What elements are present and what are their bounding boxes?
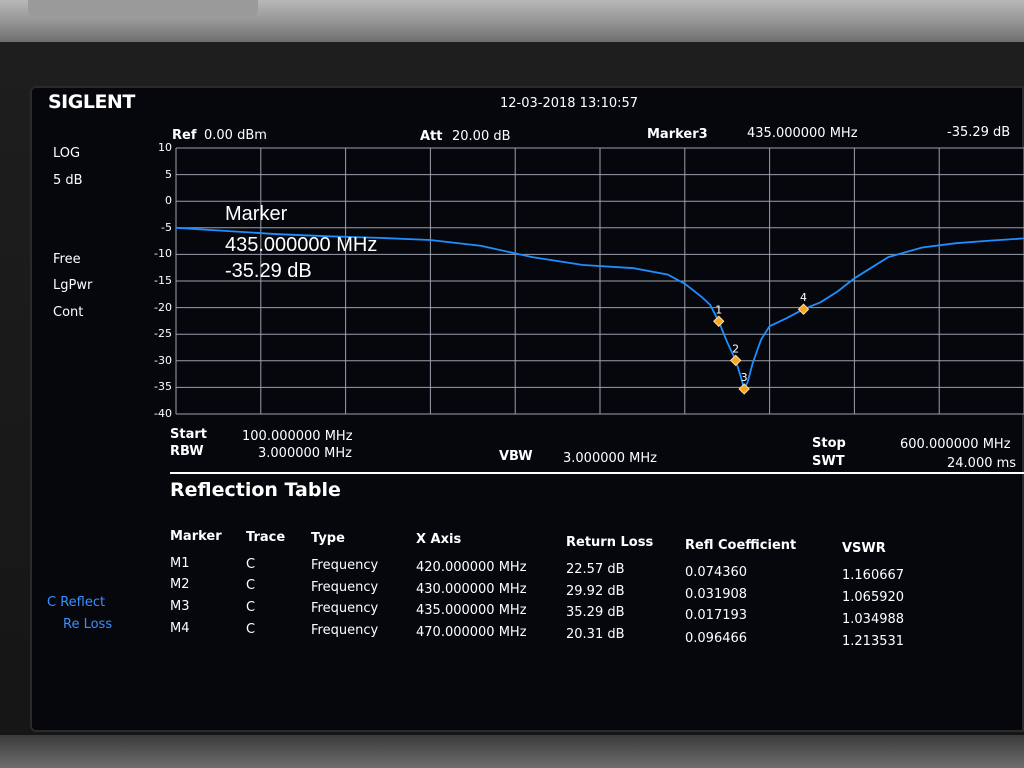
menu-c-reflect[interactable]: C Reflect [47,595,105,610]
vbw-value[interactable]: 3.000000 MHz [563,451,657,466]
cell-vswr: 1.160667 [842,568,905,583]
col-header-trace: Trace [246,530,286,545]
analyzer-screen: SIGLENT 12-03-2018 13:10:57 LOG 5 dB Fre… [30,86,1024,732]
cell-return-loss: 22.57 dB [566,562,625,577]
marker-number-label: 4 [800,291,807,304]
cell-trace: C [246,578,256,593]
rbw-value[interactable]: 3.000000 MHz [258,446,352,461]
stop-label: Stop [812,436,846,451]
marker-number-label: 3 [741,371,748,384]
cell-type: Frequency [311,558,379,573]
cell-x-axis: 470.000000 MHz [416,625,527,640]
cell-x-axis: 430.000000 MHz [416,582,527,597]
marker-overlay-level: -35.29 dB [225,260,312,282]
menu-re-loss[interactable]: Re Loss [63,617,112,632]
cell-trace: C [246,557,256,572]
instrument-top-bezel [0,0,1024,42]
cell-marker: M2 [170,577,190,592]
col-header-return-loss: Return Loss [566,535,654,550]
instrument-bottom-bezel [0,735,1024,768]
cell-return-loss: 35.29 dB [566,605,625,620]
vbw-label: VBW [499,449,533,464]
cell-x-axis: 435.000000 MHz [416,603,527,618]
cell-refl-coefficient: 0.096466 [685,631,748,646]
cell-trace: C [246,622,256,637]
cell-vswr: 1.034988 [842,612,905,627]
col-header-refl-coefficient: Refl Coefficient [685,538,797,553]
stop-value[interactable]: 600.000000 MHz [900,437,1011,452]
bezel-logo-plate [28,0,258,16]
cell-x-axis: 420.000000 MHz [416,560,527,575]
cell-vswr: 1.213531 [842,634,905,649]
col-header-marker: Marker [170,529,222,544]
spectrum-plot[interactable]: 1 2 3 4 [30,86,1024,426]
cell-refl-coefficient: 0.017193 [685,608,748,623]
rbw-label: RBW [170,444,204,459]
cell-type: Frequency [311,623,379,638]
cell-type: Frequency [311,580,379,595]
section-divider [170,472,1024,474]
swt-value[interactable]: 24.000 ms [947,456,1016,471]
cell-type: Frequency [311,601,379,616]
cell-return-loss: 20.31 dB [566,627,625,642]
cell-return-loss: 29.92 dB [566,584,625,599]
marker-number-label: 2 [732,342,739,355]
col-header-type: Type [311,531,345,546]
col-header-x-axis: X Axis [416,532,462,547]
reflection-table-title: Reflection Table [170,479,341,501]
cell-marker: M3 [170,599,190,614]
cell-marker: M4 [170,621,190,636]
cell-marker: M1 [170,556,190,571]
marker-overlay-freq: 435.000000 MHz [225,234,378,256]
swt-label: SWT [812,454,845,469]
cell-refl-coefficient: 0.031908 [685,587,748,602]
start-value[interactable]: 100.000000 MHz [242,429,353,444]
marker-overlay-title: Marker [225,203,288,225]
marker-number-label: 1 [715,303,722,316]
start-label: Start [170,427,207,442]
cell-refl-coefficient: 0.074360 [685,565,748,580]
col-header-vswr: VSWR [842,541,886,556]
cell-trace: C [246,600,256,615]
cell-vswr: 1.065920 [842,590,905,605]
